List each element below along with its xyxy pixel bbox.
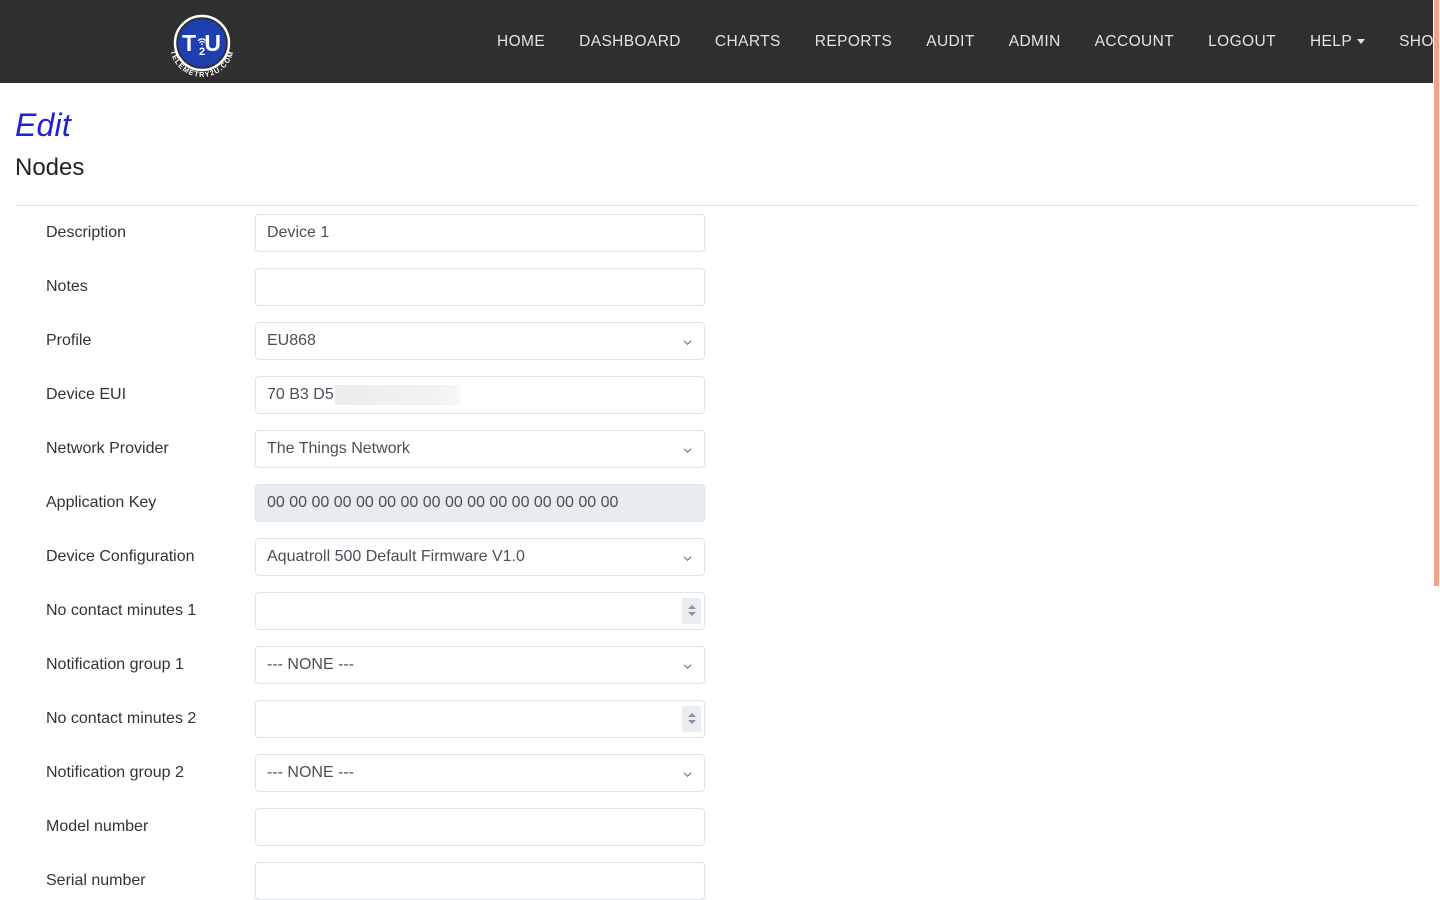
nav-link-audit[interactable]: AUDIT [909, 25, 992, 59]
label-profile: Profile [15, 331, 255, 350]
nav-link-admin[interactable]: ADMIN [992, 25, 1078, 59]
form-row-no-contact-minutes-1: No contact minutes 1 [15, 584, 1418, 638]
field-serial-number [255, 862, 705, 900]
device-configuration-select[interactable]: Aquatroll 500 Default Firmware V1.0 [255, 538, 705, 576]
field-application-key [255, 484, 705, 522]
page-heading: Edit Nodes [0, 83, 1433, 183]
nav-link-logout-label: LOGOUT [1208, 33, 1276, 51]
svg-text:2: 2 [199, 46, 205, 58]
form-row-device-eui: Device EUI [15, 368, 1418, 422]
label-notification-group-2: Notification group 2 [15, 763, 255, 782]
label-network-provider: Network Provider [15, 439, 255, 458]
chevron-down-icon [1357, 39, 1365, 44]
form-row-device-configuration: Device Configuration Aquatroll 500 Defau… [15, 530, 1418, 584]
description-input[interactable] [255, 214, 705, 252]
nav-link-shop[interactable]: SHOP [1382, 25, 1440, 59]
form-row-no-contact-minutes-2: No contact minutes 2 [15, 692, 1418, 746]
vertical-scrollbar-thumb[interactable] [1434, 0, 1439, 586]
label-description: Description [15, 223, 255, 242]
telemetry2u-logo-icon: T U 2 TELEMETRY2U.COM [162, 4, 242, 82]
label-device-eui: Device EUI [15, 385, 255, 404]
no-contact-minutes-1-input[interactable] [255, 592, 705, 630]
field-notes [255, 268, 705, 306]
nav-link-logout[interactable]: LOGOUT [1191, 25, 1293, 59]
stepper-down-icon[interactable] [688, 720, 696, 724]
label-application-key: Application Key [15, 493, 255, 512]
nav-link-charts-label: CHARTS [715, 33, 781, 51]
label-notification-group-1: Notification group 1 [15, 655, 255, 674]
form-row-application-key: Application Key [15, 476, 1418, 530]
field-notification-group-2: --- NONE --- [255, 754, 705, 792]
no-contact-minutes-2-input[interactable] [255, 700, 705, 738]
page-body: Edit Nodes Description Notes Profile EU8… [0, 83, 1433, 900]
label-no-contact-minutes-2: No contact minutes 2 [15, 709, 255, 728]
page-title-entity: Nodes [15, 144, 1418, 183]
nav-link-home[interactable]: HOME [480, 25, 562, 59]
nav-link-admin-label: ADMIN [1009, 33, 1061, 51]
application-key-input[interactable] [255, 484, 705, 522]
field-model-number [255, 808, 705, 846]
no-contact-minutes-1-stepper[interactable] [682, 598, 701, 624]
field-notification-group-1: --- NONE --- [255, 646, 705, 684]
nav-link-audit-label: AUDIT [926, 33, 975, 51]
nav-link-help[interactable]: HELP [1293, 25, 1382, 59]
top-navbar: T U 2 TELEMETRY2U.COM HOME DASHBOARD CHA… [0, 0, 1433, 83]
form-row-profile: Profile EU868 [15, 314, 1418, 368]
form-row-notification-group-2: Notification group 2 --- NONE --- [15, 746, 1418, 800]
stepper-up-icon[interactable] [688, 713, 696, 717]
nav-link-reports[interactable]: REPORTS [798, 25, 909, 59]
nav-link-account-label: ACCOUNT [1095, 33, 1174, 51]
device-eui-input[interactable] [255, 376, 705, 414]
nav-link-help-label: HELP [1310, 33, 1352, 51]
field-device-configuration: Aquatroll 500 Default Firmware V1.0 [255, 538, 705, 576]
label-model-number: Model number [15, 817, 255, 836]
stepper-down-icon[interactable] [688, 612, 696, 616]
network-provider-select[interactable]: The Things Network [255, 430, 705, 468]
stepper-up-icon[interactable] [688, 605, 696, 609]
nav-link-account[interactable]: ACCOUNT [1078, 25, 1191, 59]
notes-input[interactable] [255, 268, 705, 306]
form-row-description: Description [15, 206, 1418, 260]
label-notes: Notes [15, 277, 255, 296]
label-serial-number: Serial number [15, 871, 255, 890]
nav-link-home-label: HOME [497, 33, 545, 51]
form-row-network-provider: Network Provider The Things Network [15, 422, 1418, 476]
nav-link-charts[interactable]: CHARTS [698, 25, 798, 59]
node-edit-form: Description Notes Profile EU868 [0, 206, 1433, 900]
nav-link-dashboard[interactable]: DASHBOARD [562, 25, 698, 59]
field-description [255, 214, 705, 252]
nav-link-reports-label: REPORTS [815, 33, 892, 51]
serial-number-input[interactable] [255, 862, 705, 900]
field-no-contact-minutes-2 [255, 700, 705, 738]
no-contact-minutes-2-stepper[interactable] [682, 706, 701, 732]
form-row-model-number: Model number [15, 800, 1418, 854]
form-row-serial-number: Serial number [15, 854, 1418, 900]
telemetry2u-logo[interactable]: T U 2 TELEMETRY2U.COM [162, 4, 242, 82]
page-title-action: Edit [15, 83, 1418, 144]
profile-select[interactable]: EU868 [255, 322, 705, 360]
field-network-provider: The Things Network [255, 430, 705, 468]
label-no-contact-minutes-1: No contact minutes 1 [15, 601, 255, 620]
label-device-configuration: Device Configuration [15, 547, 255, 566]
field-device-eui [255, 376, 705, 414]
notification-group-1-select[interactable]: --- NONE --- [255, 646, 705, 684]
nav-link-dashboard-label: DASHBOARD [579, 33, 681, 51]
form-row-notification-group-1: Notification group 1 --- NONE --- [15, 638, 1418, 692]
notification-group-2-select[interactable]: --- NONE --- [255, 754, 705, 792]
form-row-notes: Notes [15, 260, 1418, 314]
field-profile: EU868 [255, 322, 705, 360]
field-no-contact-minutes-1 [255, 592, 705, 630]
vertical-scrollbar-track[interactable] [1433, 0, 1440, 900]
main-navigation: HOME DASHBOARD CHARTS REPORTS AUDIT ADMI… [480, 0, 1440, 83]
model-number-input[interactable] [255, 808, 705, 846]
